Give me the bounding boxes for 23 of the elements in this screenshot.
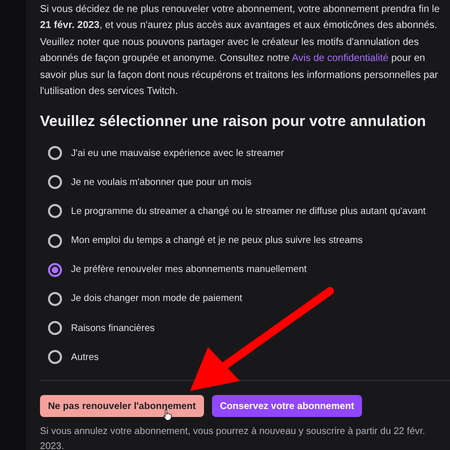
radio-button[interactable] [48, 321, 62, 336]
radio-button[interactable] [48, 350, 62, 364]
reason-label[interactable]: J'ai eu une mauvaise expérience avec le streamer [71, 148, 284, 159]
section-heading: Veuillez sélectionner une raison pour votre annulation [40, 113, 427, 130]
reason-label[interactable]: Le programme du streamer a changé ou le streamer ne diffuse plus autant qu'avant [71, 206, 426, 217]
reason-label[interactable]: Mon emploi du temps a changé et je ne peux plus suivre les streams [71, 235, 363, 246]
radio-button[interactable] [48, 204, 62, 218]
radio-button[interactable] [48, 234, 62, 248]
radio-button[interactable] [48, 175, 62, 190]
radio-button[interactable] [48, 146, 62, 160]
hand-cursor-icon [163, 409, 172, 421]
reason-label[interactable]: Je préfère renouveler mes abonnements manuellement [71, 264, 307, 276]
reason-label[interactable]: Je dois changer mon mode de paiement [71, 293, 242, 304]
action-button[interactable]: Conservez votre abonnement [212, 394, 362, 417]
action-button[interactable]: Ne pas renouveler l'abonnement [40, 394, 204, 417]
reason-label[interactable]: Autres [71, 352, 99, 363]
reason-label[interactable]: Je ne voulais m'abonner que pour un mois [71, 176, 252, 188]
radio-button[interactable] [48, 262, 62, 277]
privacy-link[interactable]: Avis de confidentialité [292, 53, 388, 64]
radio-button[interactable] [48, 292, 62, 306]
reason-label[interactable]: Raisons financières [71, 322, 155, 334]
footer-text: Si vous annulez votre abonnement, vous pourrez à nouveau y souscrire à partir du 22 févr. 2023. [40, 424, 426, 450]
notice-text: Si vous décidez de ne plus renouveler votre abonnement, votre abonnement prendra fin le 21 févr. 2023, et vous n'aurez plus accès aux avantages et aux émoticônes des abonnés. Veuillez noter que nous pouvons partager avec le créateur les motifs d'annulation des abonnés de façon groupée et anonyme. Consultez notre Avis de confidentialité pour en savoir plus sur la façon dont nous récupérons et traitons les informations personnelles par l'utilisation des services Twitch. [40, 3, 441, 100]
